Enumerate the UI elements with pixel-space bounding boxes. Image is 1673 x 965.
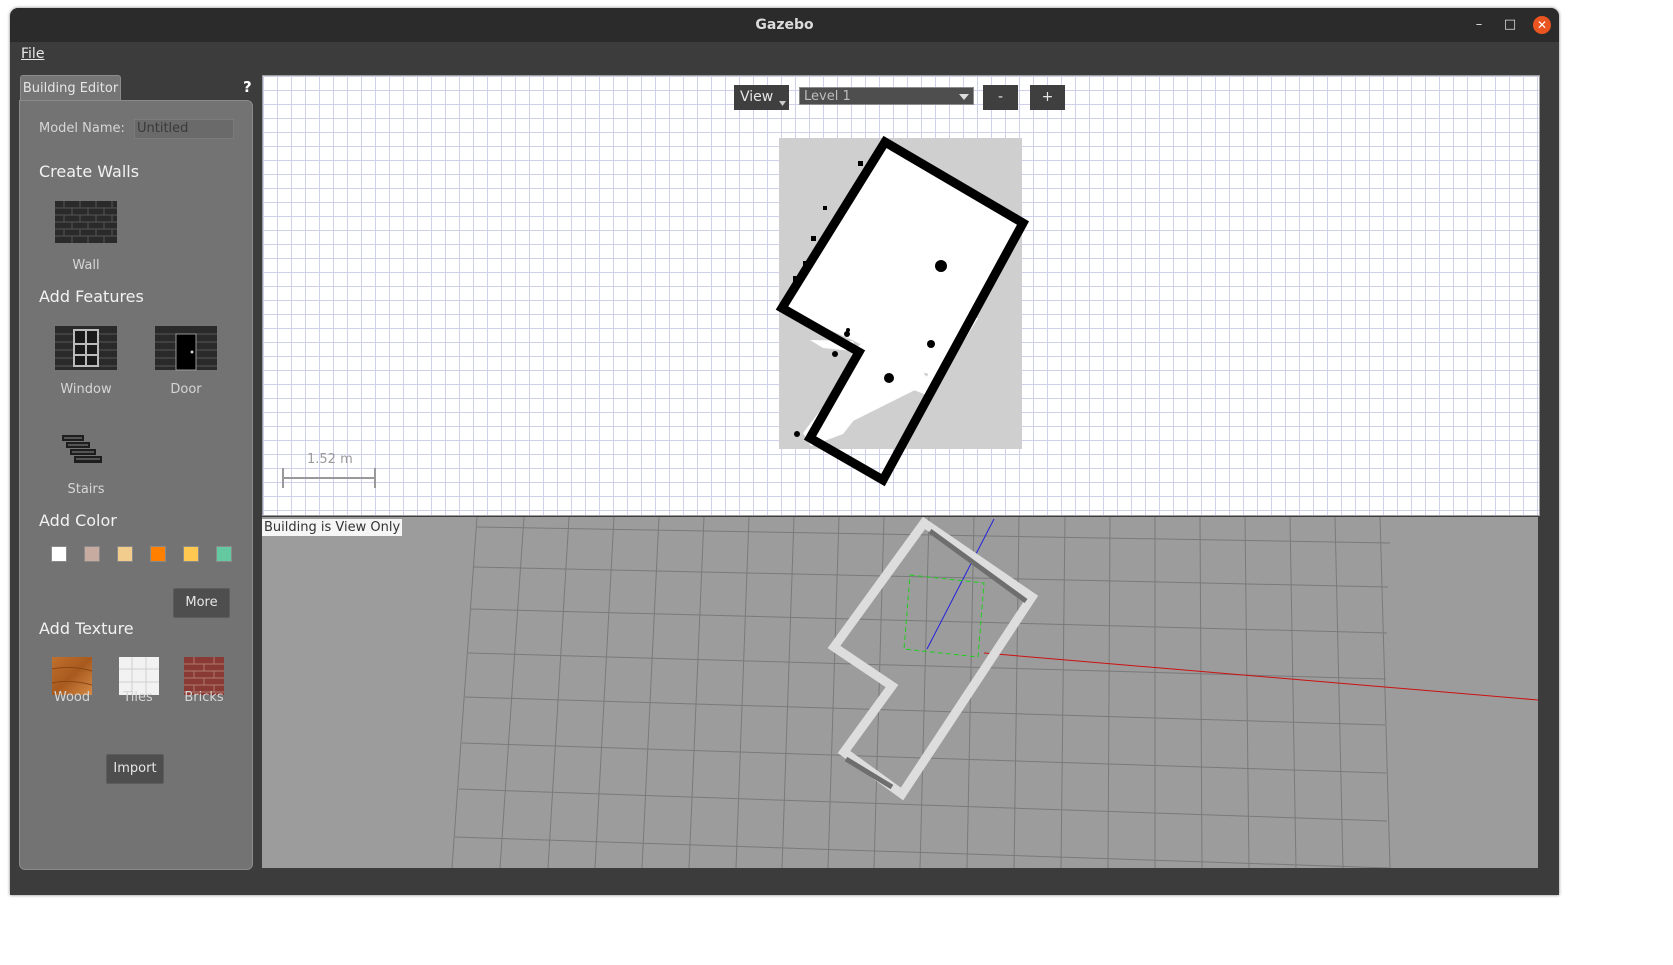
scene-3d (451, 517, 1538, 868)
color-swatch-orange[interactable] (150, 546, 166, 562)
bricks-label: Bricks (184, 690, 224, 705)
door-icon[interactable] (154, 324, 218, 372)
stairs-label: Stairs (67, 482, 105, 497)
window-label: Window (60, 382, 112, 397)
menu-bar: File (10, 42, 1559, 70)
add-color-heading: Add Color (39, 511, 117, 530)
wall-label: Wall (72, 258, 100, 273)
view-only-status: Building is View Only (262, 519, 403, 536)
color-swatch-yellow[interactable] (183, 546, 199, 562)
door-label: Door (170, 382, 202, 397)
model-name-field[interactable]: Untitled (134, 119, 234, 139)
scale-bar (282, 468, 376, 488)
add-texture-heading: Add Texture (39, 619, 134, 638)
wall-shadow-bottom (844, 756, 894, 790)
color-swatch-beige[interactable] (117, 546, 133, 562)
add-features-heading: Add Features (39, 287, 144, 306)
title-bar: Gazebo – □ ✕ (10, 8, 1559, 42)
window-title: Gazebo (755, 17, 814, 33)
create-walls-heading: Create Walls (39, 162, 140, 181)
tab-building-editor[interactable]: Building Editor (20, 75, 121, 101)
maximize-icon[interactable]: □ (1501, 16, 1519, 34)
menu-file[interactable]: File (21, 46, 44, 62)
stairs-icon[interactable] (60, 433, 104, 467)
wall-shadow-top (928, 528, 1028, 604)
x-axis (983, 652, 1538, 701)
color-swatch-white[interactable] (51, 546, 67, 562)
window-icon[interactable] (54, 324, 118, 372)
menu-file-label: File (21, 46, 45, 62)
wall-icon[interactable] (54, 199, 118, 245)
color-swatch-teal[interactable] (216, 546, 232, 562)
preview-3d-view[interactable] (262, 517, 1538, 868)
color-swatch-tan[interactable] (84, 546, 100, 562)
close-icon[interactable]: ✕ (1533, 16, 1551, 34)
minimize-icon[interactable]: – (1470, 16, 1488, 34)
building-editor-panel: Model Name: Untitled Create Walls Wall A… (19, 100, 253, 870)
help-icon[interactable]: ? (243, 78, 252, 96)
import-button[interactable]: Import (106, 754, 164, 784)
ground-grid (451, 517, 1391, 868)
more-colors-button[interactable]: More (173, 588, 230, 618)
scale-label: 1.52 m (307, 452, 353, 467)
floorplan-2d-view[interactable]: View Level 1 - + 1.52 m (262, 75, 1540, 516)
model-name-label: Model Name: (39, 121, 125, 136)
gazebo-window: Gazebo – □ ✕ File Building Editor ? Mode… (10, 8, 1559, 895)
floorplan-map (282, 135, 1030, 488)
building-walls-3d (827, 517, 1039, 801)
